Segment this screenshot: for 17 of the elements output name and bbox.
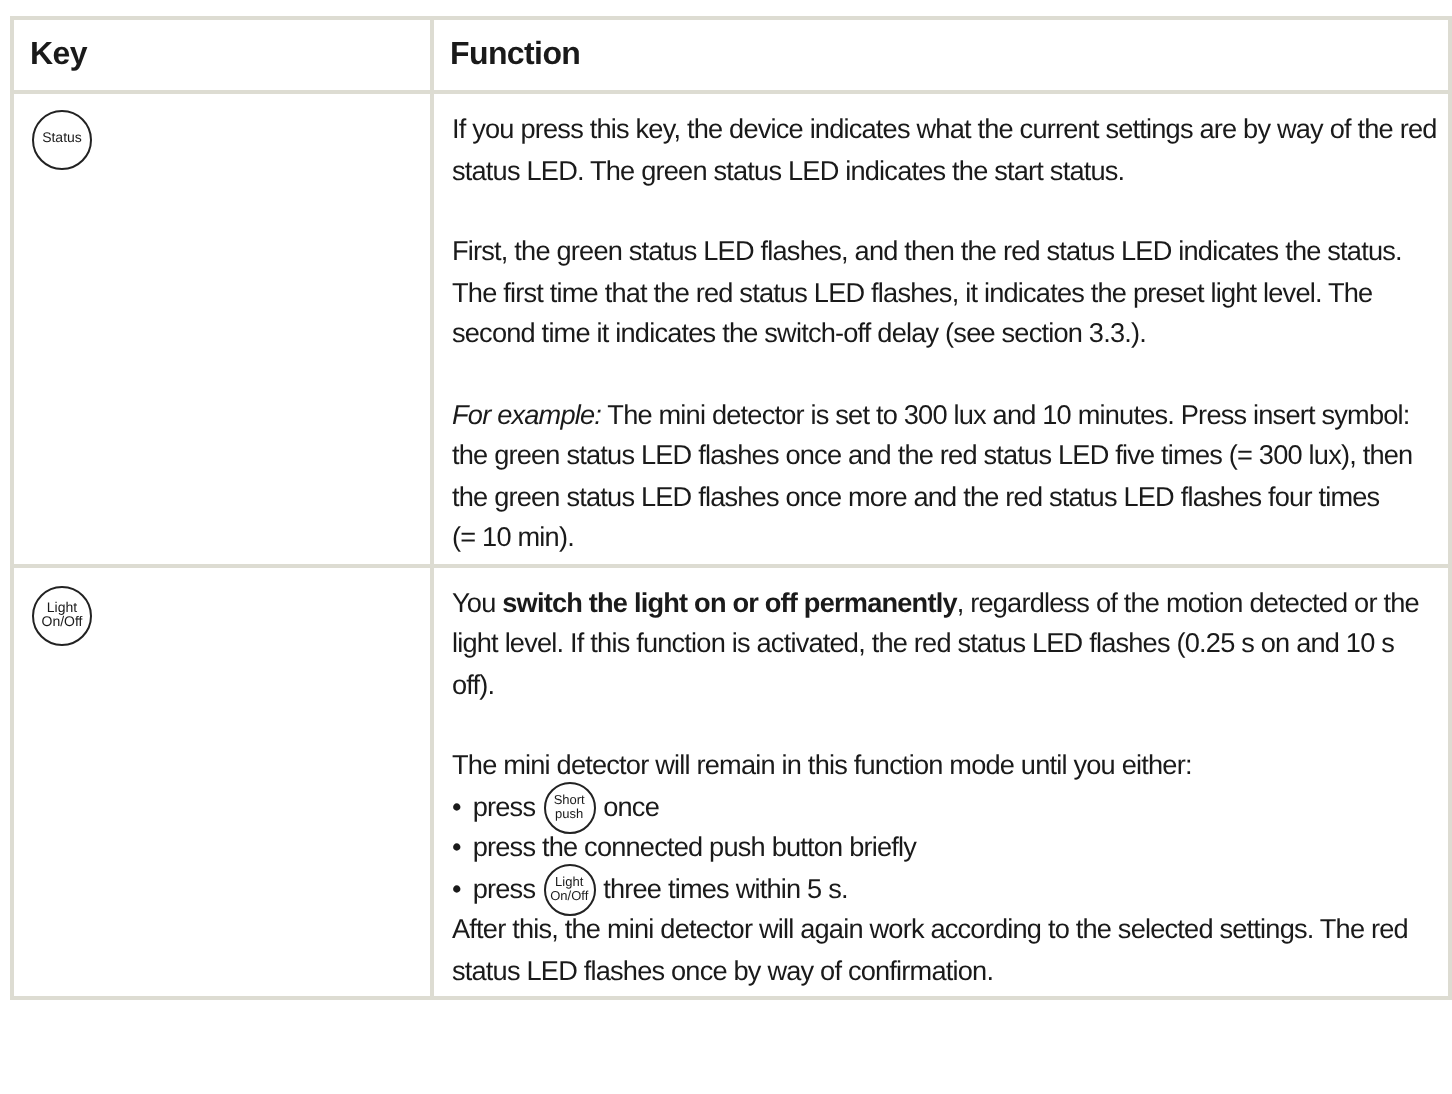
bullet-text: press [472, 789, 536, 826]
description-text: For example: The mini detector is set to 300 lux and 10 minutes. Press insert symbol: the green status LED flashes once and the red status LED five times (= 300 lux), then the green status LED flashes once more and the red status LED flashes four times [452, 397, 1415, 516]
bullet-text: once [603, 789, 659, 825]
description-text: After this, the mini detector will again work according to the selected settings. The red status LED flashes once by way of confirmation. [452, 912, 1410, 990]
description-text: The mini detector will remain in this function mode until you either: [452, 748, 1194, 784]
bullet-text: three times within 5 s. [603, 871, 848, 907]
description-text: If you press this key, the device indicates what the current settings are by way of the red status LED. The green status LED indicates the start status. [452, 112, 1439, 190]
bullet-marker: • [452, 789, 461, 825]
bullet-text: press the connected push button briefly [472, 830, 917, 866]
description-text: First, the green status LED flashes, and then the red status LED indicates the status. The first time that the red status LED flashes, it indicates the preset light level. The second time it indicates the switch-off delay (see section 3.3.). [452, 234, 1404, 352]
bullet-marker: • [452, 830, 461, 866]
description-text: (= 10 min). [452, 520, 576, 556]
column-header: Key [12, 18, 432, 92]
bullet-text: press [472, 871, 536, 908]
column-header: Function [432, 18, 1450, 92]
description-text: You switch the light on or off permanently, regardless of the motion detected or the light level. If this function is activated, the red status LED flashes (0.25 s on and 10 s off). [452, 585, 1421, 704]
bullet-marker: • [452, 871, 461, 907]
